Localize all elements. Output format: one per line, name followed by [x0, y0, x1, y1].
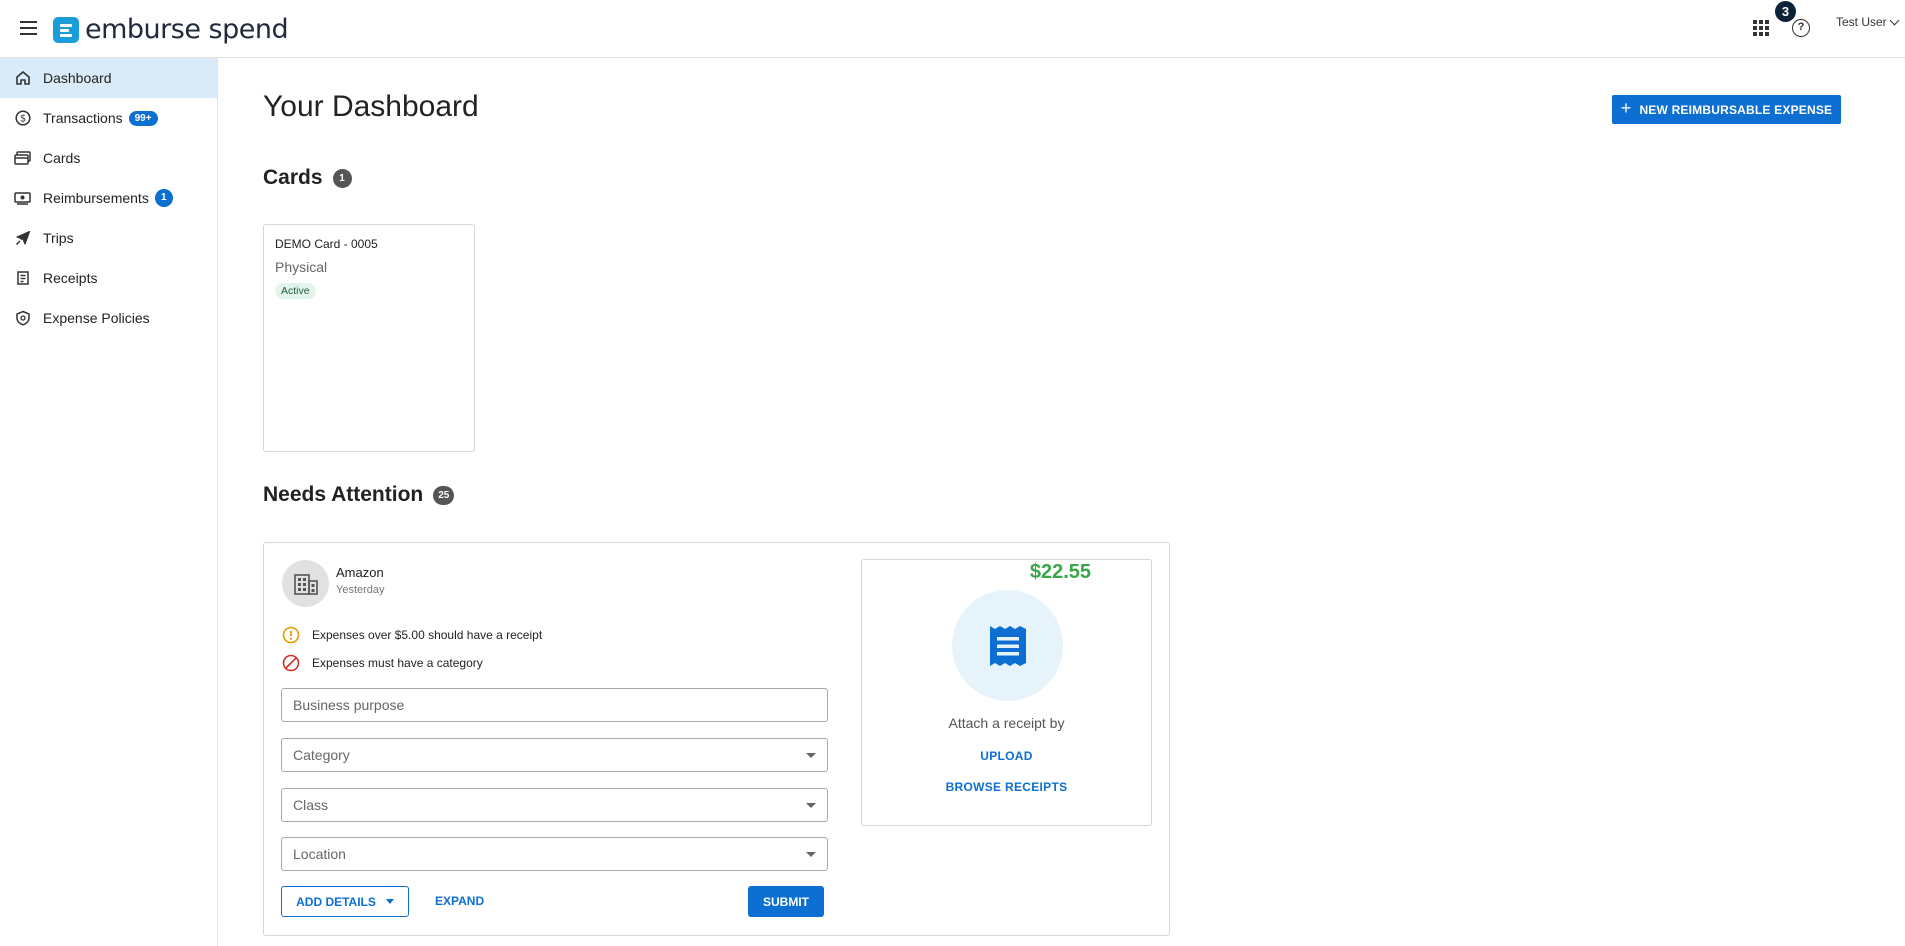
sidebar-item-label: Transactions — [43, 110, 123, 126]
reimbursements-count-badge: 1 — [154, 189, 173, 207]
add-details-label: ADD DETAILS — [296, 894, 376, 909]
transaction-date: Yesterday — [336, 584, 385, 596]
warning-text: Expenses over $5.00 should have a receip… — [312, 628, 543, 642]
error-text: Expenses must have a category — [312, 656, 483, 670]
dropdown-caret-icon — [385, 899, 394, 904]
class-placeholder: Class — [293, 797, 329, 813]
expand-link[interactable]: EXPAND — [435, 894, 484, 908]
upload-link[interactable]: UPLOAD — [862, 749, 1151, 763]
new-expense-label: NEW REIMBURSABLE EXPENSE — [1639, 102, 1833, 117]
receipt-attach-panel: Attach a receipt by UPLOAD BROWSE RECEIP… — [861, 559, 1152, 826]
needs-attention-count-badge: 25 — [433, 485, 455, 505]
sidebar-item-label: Expense Policies — [43, 310, 150, 326]
receipt-warning: Expenses over $5.00 should have a receip… — [282, 626, 542, 644]
category-error: Expenses must have a category — [282, 654, 483, 672]
needs-attention-section-title: Needs Attention 25 — [263, 483, 455, 507]
help-icon[interactable]: ? — [1792, 19, 1810, 37]
dollar-circle-icon: $ — [14, 110, 31, 127]
class-select[interactable]: Class — [281, 788, 828, 822]
home-icon — [14, 70, 31, 87]
sidebar-item-receipts[interactable]: Receipts — [0, 258, 217, 298]
add-details-button[interactable]: ADD DETAILS — [281, 886, 409, 917]
attach-receipt-text: Attach a receipt by — [948, 715, 1065, 731]
cards-title-text: Cards — [263, 166, 323, 189]
location-select[interactable]: Location — [281, 837, 828, 871]
svg-text:$: $ — [19, 114, 25, 125]
receipt-icon — [14, 270, 31, 287]
business-purpose-placeholder: Business purpose — [293, 697, 405, 713]
cards-icon — [14, 150, 31, 167]
cash-icon — [14, 190, 31, 207]
sidebar-item-expense-policies[interactable]: Expense Policies — [0, 298, 217, 338]
sidebar: Dashboard $ Transactions 99+ Cards Reimb… — [0, 58, 218, 946]
dropdown-caret-icon — [806, 803, 816, 808]
merchant-name: Amazon — [336, 565, 384, 580]
card-name: DEMO Card - 0005 — [275, 237, 378, 251]
dropdown-caret-icon — [806, 753, 816, 758]
new-reimbursable-expense-button[interactable]: + NEW REIMBURSABLE EXPENSE — [1612, 95, 1841, 124]
hamburger-menu-icon[interactable] — [20, 18, 40, 38]
receipt-icon — [952, 590, 1063, 701]
sidebar-item-transactions[interactable]: $ Transactions 99+ — [0, 98, 217, 138]
card-tile[interactable]: DEMO Card - 0005 Physical Active — [263, 224, 475, 452]
category-select[interactable]: Category — [281, 738, 828, 772]
top-bar: emburse spend ? 3 Test User — [0, 0, 1905, 58]
sidebar-item-label: Receipts — [43, 270, 98, 286]
business-purpose-input[interactable]: Business purpose — [281, 688, 828, 722]
notification-badge[interactable]: 3 — [1775, 1, 1796, 22]
sidebar-item-cards[interactable]: Cards — [0, 138, 217, 178]
sidebar-item-dashboard[interactable]: Dashboard — [0, 58, 217, 98]
sidebar-item-reimbursements[interactable]: Reimbursements 1 — [0, 178, 217, 218]
transactions-count-badge: 99+ — [128, 110, 158, 126]
sidebar-item-trips[interactable]: Trips — [0, 218, 217, 258]
needs-attention-title-text: Needs Attention — [263, 483, 424, 506]
browse-receipts-link[interactable]: BROWSE RECEIPTS — [862, 780, 1151, 794]
card-status-badge: Active — [275, 283, 316, 299]
sidebar-item-label: Cards — [43, 150, 81, 166]
emburse-logo-icon — [53, 16, 79, 43]
user-menu[interactable]: Test User — [1836, 15, 1900, 29]
prohibited-icon — [282, 654, 300, 672]
warning-icon — [282, 626, 300, 644]
sidebar-item-label: Trips — [43, 230, 74, 246]
airplane-icon — [14, 230, 31, 247]
category-placeholder: Category — [293, 747, 350, 763]
plus-icon: + — [1620, 98, 1632, 118]
page-title: Your Dashboard — [263, 90, 479, 123]
transaction-card: Amazon Yesterday $22.55 Expenses over $5… — [263, 542, 1170, 936]
location-placeholder: Location — [293, 846, 346, 862]
sidebar-item-label: Dashboard — [43, 70, 112, 86]
cards-section-title: Cards 1 — [263, 166, 352, 190]
building-icon — [282, 560, 329, 607]
submit-button[interactable]: SUBMIT — [748, 886, 824, 917]
chevron-down-icon — [1889, 15, 1900, 25]
user-name: Test User — [1836, 15, 1887, 29]
apps-grid-icon[interactable] — [1753, 20, 1769, 36]
dropdown-caret-icon — [806, 852, 816, 857]
sidebar-item-label: Reimbursements — [43, 190, 149, 206]
brand-logo[interactable]: emburse spend — [53, 14, 289, 45]
card-type: Physical — [275, 259, 328, 275]
cards-count-badge: 1 — [332, 168, 352, 188]
shield-icon — [14, 310, 31, 327]
brand-name: emburse spend — [85, 14, 289, 45]
